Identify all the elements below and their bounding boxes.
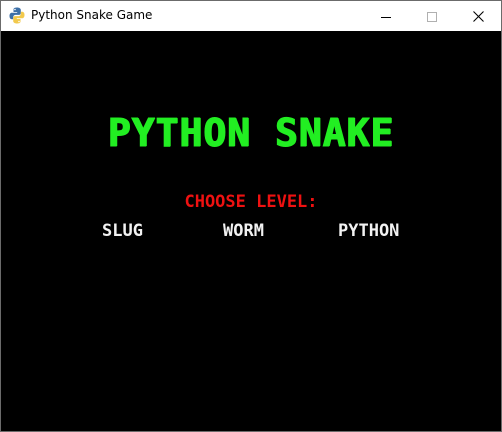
level-option-slug[interactable]: SLUG [102,221,143,241]
maximize-button[interactable] [409,1,455,31]
choose-level-label: CHOOSE LEVEL: [184,192,318,212]
close-icon [472,7,484,26]
window-title: Python Snake Game [31,8,153,22]
game-window: Python Snake Game PYTHON SNAKE CHOOSE LE… [0,0,502,432]
close-button[interactable] [455,1,501,31]
minimize-icon [381,7,391,26]
python-logo-icon [9,7,25,24]
game-canvas[interactable]: PYTHON SNAKE CHOOSE LEVEL: SLUG WORM PYT… [1,31,501,431]
level-option-worm[interactable]: WORM [223,221,264,241]
maximize-icon [427,7,437,26]
game-title: PYTHON SNAKE [107,111,395,156]
minimize-button[interactable] [363,1,409,31]
level-option-python[interactable]: PYTHON [338,221,399,241]
title-bar[interactable]: Python Snake Game [1,1,501,31]
